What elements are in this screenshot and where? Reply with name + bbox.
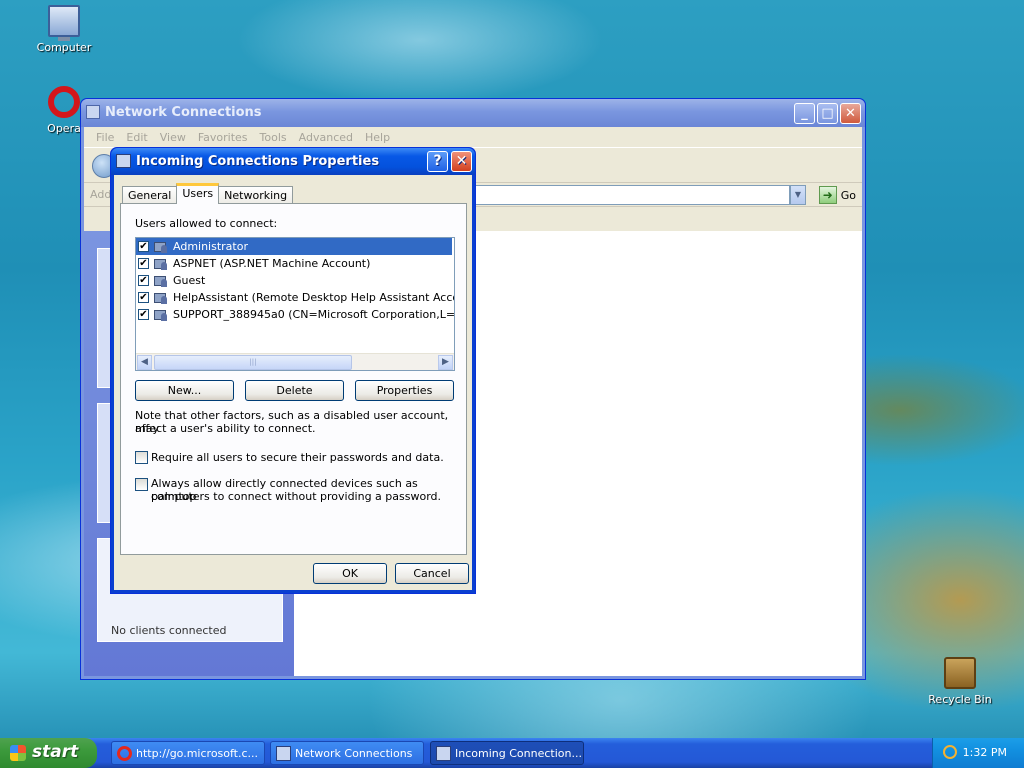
menu-bar: File Edit View Favorites Tools Advanced … [84, 127, 862, 147]
chevron-down-icon[interactable]: ▼ [790, 185, 806, 205]
details-text: No clients connected [111, 624, 227, 637]
network-connections-icon [116, 154, 131, 168]
user-name: SUPPORT_388945a0 (CN=Microsoft Corporati… [173, 308, 455, 321]
user-icon [153, 257, 169, 271]
window-title: Network Connections [105, 105, 262, 120]
recycle-bin-icon [944, 657, 976, 689]
user-icon [153, 240, 169, 254]
network-connections-icon [86, 105, 100, 119]
opera-icon [48, 86, 80, 118]
desktop-icon-computer[interactable]: Computer [26, 5, 102, 54]
scrollbar-thumb[interactable]: ||| [154, 355, 352, 370]
properties-button[interactable]: Properties [355, 380, 454, 401]
user-checkbox[interactable]: ✔ [138, 275, 149, 286]
go-arrow-icon: ➜ [818, 186, 837, 204]
task-label: http://go.microsoft.c... [136, 747, 259, 760]
taskbar-button-network-connections[interactable]: Network Connections [270, 741, 424, 765]
desktop-icon-label: Recycle Bin [928, 693, 992, 706]
user-checkbox[interactable]: ✔ [138, 292, 149, 303]
allow-direct-devices-checkbox[interactable] [135, 478, 148, 491]
tab-users[interactable]: Users [176, 183, 220, 204]
dialog-close-button[interactable]: ✕ [451, 151, 472, 172]
start-button[interactable]: start [0, 738, 97, 768]
windows-logo-icon [10, 745, 26, 761]
menu-edit[interactable]: Edit [120, 131, 153, 144]
close-button[interactable]: ✕ [840, 103, 861, 124]
menu-view[interactable]: View [154, 131, 192, 144]
dialog-titlebar[interactable]: Incoming Connections Properties ? ✕ [111, 148, 475, 175]
users-tab-panel: Users allowed to connect: ✔ Administrato… [120, 203, 467, 555]
user-checkbox[interactable]: ✔ [138, 309, 149, 320]
maximize-button[interactable]: □ [817, 103, 838, 124]
user-checkbox[interactable]: ✔ [138, 241, 149, 252]
clock[interactable]: 1:32 PM [963, 746, 1007, 759]
computer-icon [48, 5, 80, 41]
scroll-right-icon[interactable]: ▶ [438, 355, 453, 370]
cancel-button[interactable]: Cancel [395, 563, 469, 584]
go-button[interactable]: ➜ Go [818, 186, 856, 204]
list-item[interactable]: ✔ ASPNET (ASP.NET Machine Account) [136, 255, 454, 272]
minimize-button[interactable]: _ [794, 103, 815, 124]
go-label: Go [840, 188, 856, 202]
system-tray: 1:32 PM [932, 738, 1024, 768]
start-label: start [32, 742, 79, 762]
incoming-connections-dialog[interactable]: Incoming Connections Properties ? ✕ Gene… [110, 147, 476, 594]
user-name: Guest [173, 274, 206, 287]
taskbar-button-browser[interactable]: http://go.microsoft.c... [111, 741, 265, 765]
user-icon [153, 308, 169, 322]
note-text-line2: affect a user's ability to connect. [135, 422, 316, 435]
network-connections-icon [436, 746, 451, 761]
task-label: Incoming Connection... [455, 747, 582, 760]
list-item[interactable]: ✔ SUPPORT_388945a0 (CN=Microsoft Corpora… [136, 306, 454, 323]
taskbar: start http://go.microsoft.c... Network C… [0, 738, 1024, 768]
task-label: Network Connections [295, 747, 413, 760]
users-list[interactable]: ✔ Administrator ✔ ASPNET (ASP.NET Machin… [135, 237, 455, 371]
user-name: HelpAssistant (Remote Desktop Help Assis… [173, 291, 455, 304]
desktop-icon-recycle-bin[interactable]: Recycle Bin [922, 657, 998, 706]
ok-button[interactable]: OK [313, 563, 387, 584]
list-item[interactable]: ✔ Administrator [136, 238, 452, 255]
menu-advanced[interactable]: Advanced [293, 131, 359, 144]
require-secure-passwords-label: Require all users to secure their passwo… [151, 451, 444, 464]
tab-general[interactable]: General [122, 186, 178, 204]
dialog-title: Incoming Connections Properties [136, 154, 380, 169]
menu-help[interactable]: Help [359, 131, 396, 144]
desktop-icon-label: Computer [36, 41, 92, 54]
list-item[interactable]: ✔ HelpAssistant (Remote Desktop Help Ass… [136, 289, 454, 306]
user-checkbox[interactable]: ✔ [138, 258, 149, 269]
network-connections-icon [276, 746, 291, 761]
menu-favorites[interactable]: Favorites [192, 131, 254, 144]
list-item[interactable]: ✔ Guest [136, 272, 454, 289]
address-input[interactable] [474, 185, 790, 205]
scroll-left-icon[interactable]: ◀ [137, 355, 152, 370]
user-name: Administrator [173, 240, 248, 253]
menu-file[interactable]: File [90, 131, 120, 144]
search-icon[interactable] [943, 745, 957, 759]
help-button[interactable]: ? [427, 151, 448, 172]
delete-button[interactable]: Delete [245, 380, 344, 401]
users-allowed-label: Users allowed to connect: [135, 217, 278, 230]
require-secure-passwords-checkbox[interactable] [135, 451, 148, 464]
tab-networking[interactable]: Networking [218, 186, 294, 204]
menu-tools[interactable]: Tools [254, 131, 293, 144]
dialog-client: General Users Networking Users allowed t… [114, 175, 472, 590]
user-icon [153, 291, 169, 305]
window-titlebar[interactable]: Network Connections _ □ ✕ [81, 99, 865, 127]
taskbar-button-incoming-connections[interactable]: Incoming Connection... [430, 741, 584, 765]
new-button[interactable]: New... [135, 380, 234, 401]
tab-strip: General Users Networking [122, 183, 294, 204]
opera-icon [117, 746, 132, 761]
horizontal-scrollbar[interactable]: ◀ ||| ▶ [136, 353, 454, 370]
allow-direct-devices-label-line2: computers to connect without providing a… [151, 490, 442, 503]
user-name: ASPNET (ASP.NET Machine Account) [173, 257, 371, 270]
user-icon [153, 274, 169, 288]
